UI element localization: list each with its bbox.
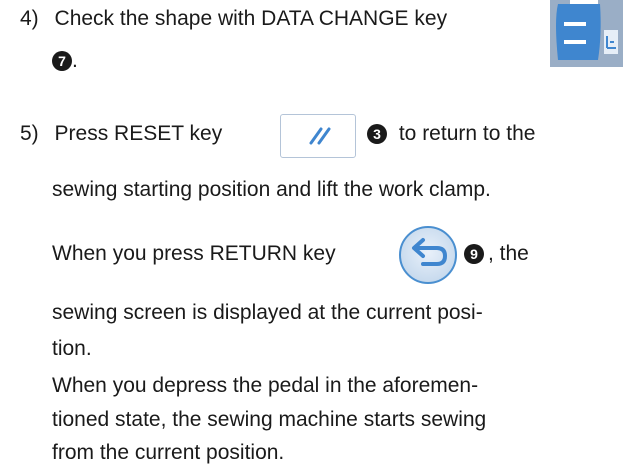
step5-line3a: When you press RETURN key	[52, 242, 336, 265]
step5-line6: When you depress the pedal in the aforem…	[52, 374, 479, 397]
step5-line5: tion.	[52, 337, 92, 360]
step5-line2: sewing starting position and lift the wo…	[52, 178, 491, 201]
step5-line3b: 9, the	[464, 241, 529, 267]
step5-line8: from the current position.	[52, 441, 285, 464]
badge-7: 7	[52, 51, 72, 71]
step5-line4: sewing screen is displayed at the curren…	[52, 301, 483, 324]
step4-number: 4)	[20, 7, 39, 30]
step5-text-a: Press RESET key	[54, 122, 223, 145]
badge-3: 3	[367, 124, 387, 144]
badge-9: 9	[464, 244, 484, 264]
reset-key-icon	[280, 114, 356, 158]
step5-text-b: to return to the	[398, 122, 536, 145]
data-change-key-icon	[550, 0, 623, 67]
return-key-icon	[399, 226, 457, 284]
step4-line2: 7.	[52, 48, 78, 74]
step5-line1b: 3 to return to the	[367, 121, 535, 147]
step5-line1a: 5) Press RESET key	[20, 121, 222, 147]
step4-tail: .	[72, 49, 78, 72]
step4-text: Check the shape with DATA CHANGE key	[54, 7, 448, 30]
step4-line: 4) Check the shape with DATA CHANGE key	[20, 6, 447, 32]
step5-line7: tioned state, the sewing machine starts …	[52, 408, 487, 431]
step5-text-c: , the	[488, 242, 529, 265]
step5-number: 5)	[20, 122, 39, 145]
